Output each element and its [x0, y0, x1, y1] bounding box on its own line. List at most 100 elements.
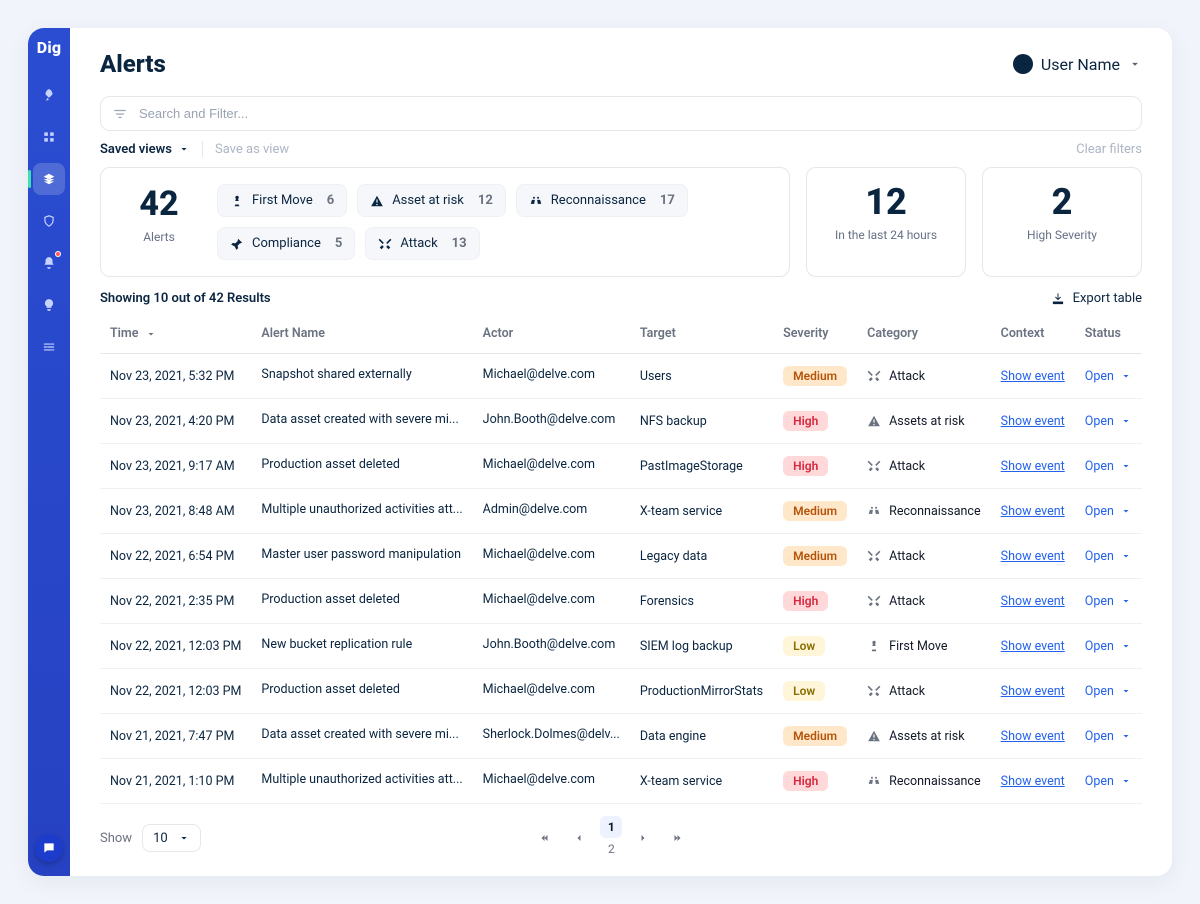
nav-item-security[interactable]	[33, 205, 65, 237]
chevron-down-icon	[1120, 505, 1132, 517]
kpi-last24-label: In the last 24 hours	[825, 228, 947, 242]
col-time[interactable]: Time	[100, 314, 251, 354]
show-event-link[interactable]: Show event	[1001, 414, 1065, 429]
show-event-link[interactable]: Show event	[1001, 459, 1065, 474]
page-number[interactable]: 1	[600, 816, 622, 838]
nav-item-launch[interactable]	[33, 79, 65, 111]
table-row[interactable]: Nov 22, 2021, 12:03 PM Production asset …	[100, 669, 1142, 714]
table-row[interactable]: Nov 21, 2021, 1:10 PM Multiple unauthori…	[100, 759, 1142, 804]
status-open-button[interactable]: Open	[1085, 369, 1132, 384]
table-row[interactable]: Nov 23, 2021, 4:20 PM Data asset created…	[100, 399, 1142, 444]
status-open-button[interactable]: Open	[1085, 594, 1132, 609]
show-event-link[interactable]: Show event	[1001, 594, 1065, 609]
status-open-button[interactable]: Open	[1085, 639, 1132, 654]
nav-item-settings[interactable]	[33, 331, 65, 363]
views-row: Saved views Save as view Clear filters	[100, 141, 1142, 157]
filter-chip[interactable]: Attack13	[365, 227, 479, 260]
layers-icon	[42, 172, 56, 186]
page-title: Alerts	[100, 50, 166, 78]
export-table-button[interactable]: Export table	[1051, 291, 1142, 306]
cell-time: Nov 23, 2021, 5:32 PM	[100, 354, 251, 399]
nav-item-apps[interactable]	[33, 121, 65, 153]
show-event-link[interactable]: Show event	[1001, 774, 1065, 789]
cell-status: Open	[1075, 489, 1142, 534]
cell-category: Assets at risk	[857, 399, 991, 444]
export-label: Export table	[1073, 291, 1142, 306]
filter-chip[interactable]: Reconnaissance17	[516, 184, 688, 217]
search-bar[interactable]	[100, 96, 1142, 131]
filter-chip[interactable]: First Move6	[217, 184, 347, 217]
col-category[interactable]: Category	[857, 314, 991, 354]
notification-dot	[55, 251, 61, 257]
save-as-view-button[interactable]: Save as view	[215, 142, 289, 157]
cell-context: Show event	[991, 579, 1075, 624]
status-open-button[interactable]: Open	[1085, 774, 1132, 789]
cell-target: X-team service	[630, 759, 773, 804]
table-row[interactable]: Nov 22, 2021, 12:03 PM New bucket replic…	[100, 624, 1142, 669]
show-event-link[interactable]: Show event	[1001, 504, 1065, 519]
severity-badge: High	[783, 411, 828, 431]
status-open-button[interactable]: Open	[1085, 684, 1132, 699]
cell-context: Show event	[991, 759, 1075, 804]
col-alert[interactable]: Alert Name	[251, 314, 472, 354]
table-row[interactable]: Nov 23, 2021, 9:17 AM Production asset d…	[100, 444, 1142, 489]
cell-severity: Medium	[773, 714, 857, 759]
page-prev-button[interactable]	[566, 825, 592, 851]
cell-target: Forensics	[630, 579, 773, 624]
status-open-button[interactable]: Open	[1085, 729, 1132, 744]
status-open-button[interactable]: Open	[1085, 549, 1132, 564]
col-status[interactable]: Status	[1075, 314, 1142, 354]
table-row[interactable]: Nov 23, 2021, 5:32 PM Snapshot shared ex…	[100, 354, 1142, 399]
show-event-link[interactable]: Show event	[1001, 684, 1065, 699]
col-severity[interactable]: Severity	[773, 314, 857, 354]
brand-logo: Dig	[37, 38, 61, 57]
cell-category: Attack	[857, 669, 991, 714]
page-next-button[interactable]	[630, 825, 656, 851]
nav-item-layers[interactable]	[33, 163, 65, 195]
page-size-select[interactable]: 10	[142, 824, 201, 852]
cell-time: Nov 22, 2021, 2:35 PM	[100, 579, 251, 624]
table-row[interactable]: Nov 22, 2021, 6:54 PM Master user passwo…	[100, 534, 1142, 579]
show-event-link[interactable]: Show event	[1001, 369, 1065, 384]
search-input[interactable]	[137, 105, 1129, 122]
table-row[interactable]: Nov 22, 2021, 2:35 PM Production asset d…	[100, 579, 1142, 624]
table-row[interactable]: Nov 23, 2021, 8:48 AM Multiple unauthori…	[100, 489, 1142, 534]
chevron-down-icon	[1120, 415, 1132, 427]
cell-actor: Michael@delve.com	[473, 669, 630, 714]
table-row[interactable]: Nov 21, 2021, 7:47 PM Data asset created…	[100, 714, 1142, 759]
nav-item-insights[interactable]	[33, 289, 65, 321]
user-name: User Name	[1041, 55, 1120, 74]
warning-icon	[867, 414, 881, 428]
nav-item-alerts[interactable]	[33, 247, 65, 279]
saved-views-menu[interactable]: Saved views	[100, 142, 190, 157]
clear-filters-button[interactable]: Clear filters	[1076, 142, 1142, 157]
page-number[interactable]: 2	[600, 838, 622, 860]
page-last-button[interactable]	[664, 825, 690, 851]
filter-label: Asset at risk	[392, 193, 464, 208]
show-event-link[interactable]: Show event	[1001, 639, 1065, 654]
cell-context: Show event	[991, 534, 1075, 579]
user-menu[interactable]: User Name	[1013, 54, 1142, 74]
cell-time: Nov 22, 2021, 12:03 PM	[100, 624, 251, 669]
status-open-button[interactable]: Open	[1085, 504, 1132, 519]
chevron-down-icon	[1120, 550, 1132, 562]
cell-alert: Multiple unauthorized activities att...	[251, 489, 472, 534]
show-event-link[interactable]: Show event	[1001, 729, 1065, 744]
filter-label: Attack	[400, 236, 437, 251]
show-event-link[interactable]: Show event	[1001, 549, 1065, 564]
help-chat-button[interactable]	[35, 834, 63, 862]
col-context[interactable]: Context	[991, 314, 1075, 354]
status-open-button[interactable]: Open	[1085, 459, 1132, 474]
filter-chip[interactable]: Compliance5	[217, 227, 355, 260]
status-open-button[interactable]: Open	[1085, 414, 1132, 429]
page-first-button[interactable]	[532, 825, 558, 851]
col-actor[interactable]: Actor	[473, 314, 630, 354]
severity-badge: Medium	[783, 501, 847, 521]
col-target[interactable]: Target	[630, 314, 773, 354]
warning-icon	[370, 194, 384, 208]
page-size-value: 10	[153, 831, 168, 846]
filter-chip[interactable]: Asset at risk12	[357, 184, 506, 217]
cell-severity: Medium	[773, 354, 857, 399]
main: Alerts User Name Saved views	[70, 28, 1172, 876]
cell-category: First Move	[857, 624, 991, 669]
